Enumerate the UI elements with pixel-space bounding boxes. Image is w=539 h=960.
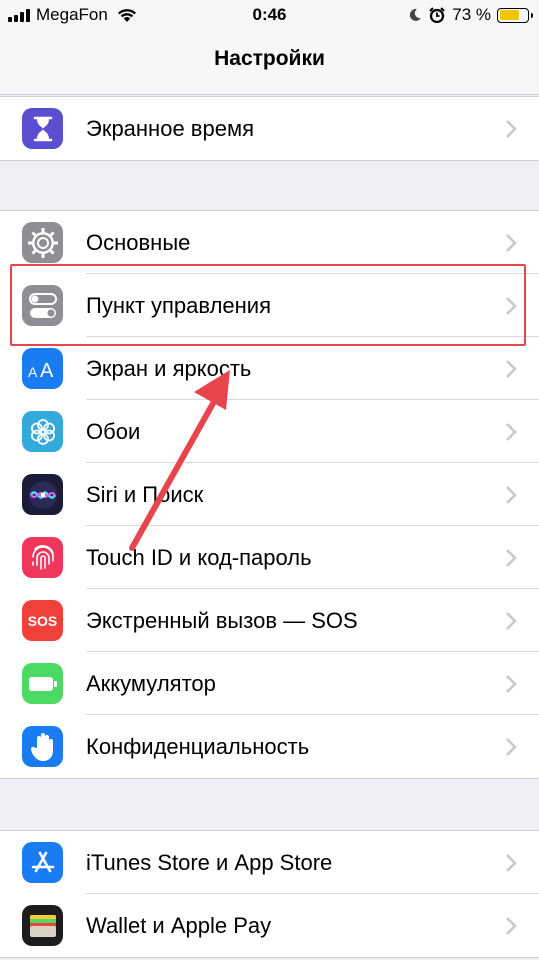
page-title: Настройки bbox=[214, 47, 325, 70]
settings-row-siri-search[interactable]: Siri и Поиск bbox=[0, 463, 539, 526]
settings-row-itunes-app-store[interactable]: iTunes Store и App Store bbox=[0, 831, 539, 894]
settings-group-screen-time: Экранное время bbox=[0, 96, 539, 161]
settings-row-display-brightness[interactable]: A A Экран и яркость bbox=[0, 337, 539, 400]
settings-row-wallpaper[interactable]: Обои bbox=[0, 400, 539, 463]
settings-group-stores: iTunes Store и App Store Wallet и Apple … bbox=[0, 830, 539, 958]
status-right: 73 % bbox=[408, 5, 533, 25]
settings-row-label: Пункт управления bbox=[86, 293, 272, 318]
settings-row-label: Аккумулятор bbox=[86, 671, 216, 696]
settings-row-touch-id[interactable]: Touch ID и код-пароль bbox=[0, 526, 539, 589]
settings-row-emergency-sos[interactable]: SOS Экстренный вызов — SOS bbox=[0, 589, 539, 652]
chevron-right-icon bbox=[506, 854, 517, 872]
chevron-right-icon bbox=[506, 234, 517, 252]
chevron-right-icon bbox=[506, 549, 517, 567]
chevron-right-icon bbox=[506, 423, 517, 441]
flower-icon bbox=[22, 411, 63, 452]
settings-row-control-center[interactable]: Пункт управления bbox=[0, 274, 539, 337]
hand-icon bbox=[22, 726, 63, 767]
chevron-right-icon bbox=[506, 120, 517, 138]
settings-row-privacy[interactable]: Конфиденциальность bbox=[0, 715, 539, 778]
settings-row-label: Экранное время bbox=[86, 116, 254, 141]
hourglass-icon bbox=[22, 108, 63, 149]
settings-row-label: Wallet и Apple Pay bbox=[86, 913, 272, 938]
toggles-icon bbox=[22, 285, 63, 326]
battery-fill bbox=[499, 10, 520, 20]
sos-icon: SOS bbox=[22, 600, 63, 641]
fingerprint-icon bbox=[22, 537, 63, 578]
svg-text:A: A bbox=[28, 364, 38, 380]
settings-row-label: Конфиденциальность bbox=[86, 734, 310, 759]
navigation-bar: Настройки bbox=[0, 32, 539, 95]
text-size-icon: A A bbox=[22, 348, 63, 389]
alarm-clock-icon bbox=[429, 7, 445, 24]
settings-row-label: Touch ID и код-пароль bbox=[86, 545, 312, 570]
battery-percent: 73 % bbox=[452, 5, 491, 24]
settings-row-label: Экстренный вызов — SOS bbox=[86, 608, 358, 633]
status-bar: MegaFon 0:46 73 % bbox=[0, 0, 539, 32]
battery-icon bbox=[497, 7, 533, 23]
battery-icon bbox=[22, 663, 63, 704]
settings-row-screen-time[interactable]: Экранное время bbox=[0, 97, 539, 160]
chevron-right-icon bbox=[506, 917, 517, 935]
settings-row-label: Экран и яркость bbox=[86, 356, 252, 381]
app-store-icon bbox=[22, 842, 63, 883]
chevron-right-icon bbox=[506, 486, 517, 504]
chevron-right-icon bbox=[506, 738, 517, 756]
settings-row-label: iTunes Store и App Store bbox=[86, 850, 333, 875]
settings-group-general: Основные Пункт управления A A Экран и яр… bbox=[0, 210, 539, 779]
siri-icon bbox=[22, 474, 63, 515]
settings-row-label: Siri и Поиск bbox=[86, 482, 204, 507]
chevron-right-icon bbox=[506, 297, 517, 315]
settings-row-label: Основные bbox=[86, 230, 191, 255]
wallet-icon bbox=[22, 905, 63, 946]
moon-icon bbox=[410, 8, 422, 21]
settings-row-wallet-apple-pay[interactable]: Wallet и Apple Pay bbox=[0, 894, 539, 957]
settings-row-general[interactable]: Основные bbox=[0, 211, 539, 274]
settings-row-label: Обои bbox=[86, 419, 141, 444]
gear-icon bbox=[22, 222, 63, 263]
chevron-right-icon bbox=[506, 360, 517, 378]
chevron-right-icon bbox=[506, 675, 517, 693]
svg-text:A: A bbox=[40, 360, 54, 380]
chevron-right-icon bbox=[506, 612, 517, 630]
settings-row-battery[interactable]: Аккумулятор bbox=[0, 652, 539, 715]
